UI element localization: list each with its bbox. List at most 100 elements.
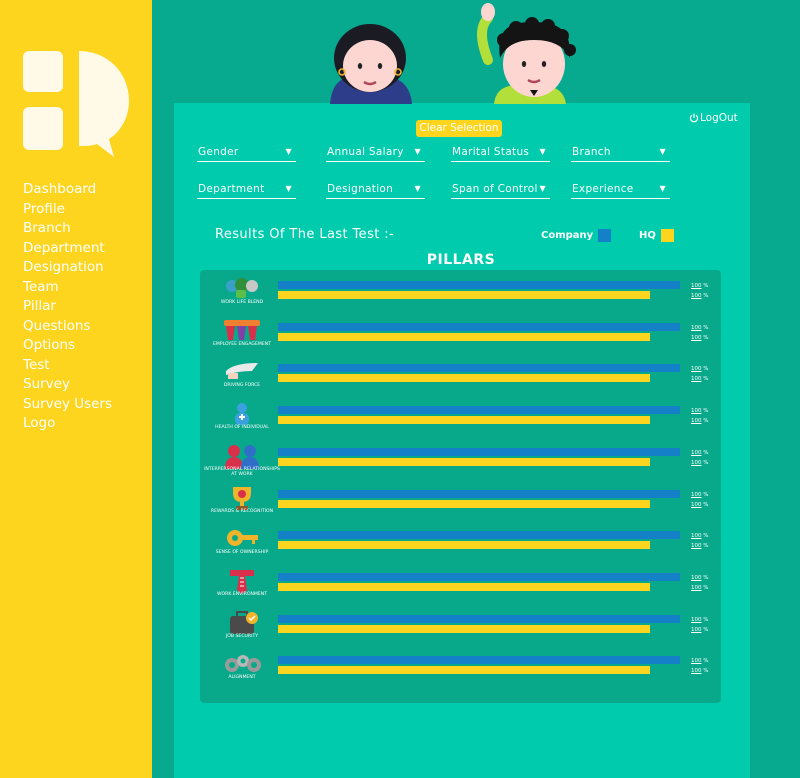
clear-selection-button[interactable]: Clear Selection	[416, 120, 502, 137]
percent-sign: %	[703, 616, 709, 623]
hq-bar	[278, 582, 650, 591]
hq-percent-label[interactable]: 100 %	[691, 460, 708, 466]
company-percent-value[interactable]: 100	[691, 325, 702, 331]
job-security-icon	[222, 610, 262, 636]
percent-sign: %	[703, 668, 709, 675]
company-percent-value[interactable]: 100	[691, 658, 702, 664]
percent-sign: %	[703, 533, 709, 540]
sidebar-item-branch[interactable]: Branch	[23, 219, 112, 239]
company-percent-value[interactable]: 100	[691, 408, 702, 414]
pillar-row: REWARDS & RECOGNITION 100 % 100 %	[200, 486, 721, 530]
company-percent-value[interactable]: 100	[691, 366, 702, 372]
hq-percent-value[interactable]: 100	[691, 376, 702, 382]
company-percent-label[interactable]: 100 %	[691, 408, 708, 414]
sidebar-item-dashboard[interactable]: Dashboard	[23, 180, 112, 200]
percent-sign: %	[703, 658, 709, 665]
hq-bar	[278, 666, 650, 675]
filter-annual-salary-select[interactable]: Annual Salary ▼	[326, 146, 425, 162]
logout-label: LogOut	[700, 112, 738, 124]
company-percent-value[interactable]: 100	[691, 450, 702, 456]
mascot-characters-illustration	[330, 3, 576, 104]
sidebar-item-survey[interactable]: Survey	[23, 375, 112, 395]
filter-label: Marital Status	[452, 146, 530, 158]
pillar-row: EMPLOYEE ENGAGEMENT 100 % 100 %	[200, 319, 721, 363]
company-percent-label[interactable]: 100 %	[691, 366, 708, 372]
filter-label: Experience	[572, 183, 634, 195]
company-bar	[278, 281, 680, 289]
filter-gender-select[interactable]: Gender ▼	[197, 146, 296, 162]
filter-experience-select[interactable]: Experience ▼	[571, 183, 670, 199]
company-percent-label[interactable]: 100 %	[691, 617, 708, 623]
sidebar-item-test[interactable]: Test	[23, 356, 112, 376]
filter-label: Designation	[327, 183, 394, 195]
company-bar	[278, 489, 680, 498]
company-percent-value[interactable]: 100	[691, 283, 702, 289]
hq-percent-value[interactable]: 100	[691, 585, 702, 591]
sidebar-item-pillar[interactable]: Pillar	[23, 297, 112, 317]
sidebar-item-options[interactable]: Options	[23, 336, 112, 356]
legend-company-swatch	[598, 229, 612, 242]
hq-percent-label[interactable]: 100 %	[691, 418, 708, 424]
sidebar-item-questions[interactable]: Questions	[23, 317, 112, 337]
company-percent-label[interactable]: 100 %	[691, 658, 708, 664]
hq-percent-value[interactable]: 100	[691, 543, 702, 549]
hq-bar	[278, 457, 650, 466]
hq-percent-label[interactable]: 100 %	[691, 543, 708, 549]
hq-percent-label[interactable]: 100 %	[691, 585, 708, 591]
hq-percent-label[interactable]: 100 %	[691, 668, 708, 674]
chevron-down-icon: ▼	[659, 147, 666, 156]
percent-sign: %	[703, 334, 709, 341]
hq-percent-label[interactable]: 100 %	[691, 376, 708, 382]
hq-percent-value[interactable]: 100	[691, 293, 702, 299]
company-bar	[278, 531, 680, 540]
company-percent-value[interactable]: 100	[691, 617, 702, 623]
hq-percent-label[interactable]: 100 %	[691, 293, 708, 299]
filter-marital-status-select[interactable]: Marital Status ▼	[451, 146, 550, 162]
hq-percent-value[interactable]: 100	[691, 627, 702, 633]
sidebar-item-team[interactable]: Team	[23, 278, 112, 298]
chevron-down-icon: ▼	[414, 184, 421, 193]
sidebar-item-profile[interactable]: Profile	[23, 200, 112, 220]
pillars-title: PILLARS	[426, 252, 496, 268]
filter-designation-select[interactable]: Designation ▼	[326, 183, 425, 199]
company-percent-value[interactable]: 100	[691, 575, 702, 581]
hq-percent-value[interactable]: 100	[691, 335, 702, 341]
company-percent-label[interactable]: 100 %	[691, 533, 708, 539]
hq-percent-value[interactable]: 100	[691, 418, 702, 424]
hq-bar	[278, 374, 650, 383]
power-icon	[689, 113, 699, 123]
logout-button[interactable]: LogOut	[689, 112, 738, 124]
company-percent-label[interactable]: 100 %	[691, 492, 708, 498]
company-percent-value[interactable]: 100	[691, 533, 702, 539]
percent-sign: %	[703, 584, 709, 591]
percent-sign: %	[703, 574, 709, 581]
filter-span-of-control-select[interactable]: Span of Control ▼	[451, 183, 550, 199]
hq-bar	[278, 291, 650, 299]
hq-percent-label[interactable]: 100 %	[691, 335, 708, 341]
sidebar-item-survey-users[interactable]: Survey Users	[23, 395, 112, 415]
company-percent-label[interactable]: 100 %	[691, 575, 708, 581]
interpersonal-relationships-icon	[222, 443, 262, 469]
company-percent-label[interactable]: 100 %	[691, 325, 708, 331]
alignment-icon	[222, 651, 262, 677]
chevron-down-icon: ▼	[414, 147, 421, 156]
company-percent-value[interactable]: 100	[691, 492, 702, 498]
hq-percent-label[interactable]: 100 %	[691, 502, 708, 508]
pillar-label: HEALTH OF INDIVIDUAL	[215, 425, 269, 431]
percent-sign: %	[703, 626, 709, 633]
company-percent-label[interactable]: 100 %	[691, 450, 708, 456]
hq-percent-label[interactable]: 100 %	[691, 627, 708, 633]
filter-label: Department	[198, 183, 265, 195]
hq-percent-value[interactable]: 100	[691, 502, 702, 508]
legend-hq: HQ	[639, 229, 674, 242]
filter-branch-select[interactable]: Branch ▼	[571, 146, 670, 162]
company-percent-label[interactable]: 100 %	[691, 283, 708, 289]
filter-department-select[interactable]: Department ▼	[197, 183, 296, 199]
sense-of-ownership-icon	[222, 526, 262, 552]
percent-sign: %	[703, 501, 709, 508]
hq-percent-value[interactable]: 100	[691, 668, 702, 674]
chevron-down-icon: ▼	[539, 147, 546, 156]
app-logo	[23, 51, 129, 159]
hq-percent-value[interactable]: 100	[691, 460, 702, 466]
sidebar-item-logo[interactable]: Logo	[23, 414, 112, 434]
